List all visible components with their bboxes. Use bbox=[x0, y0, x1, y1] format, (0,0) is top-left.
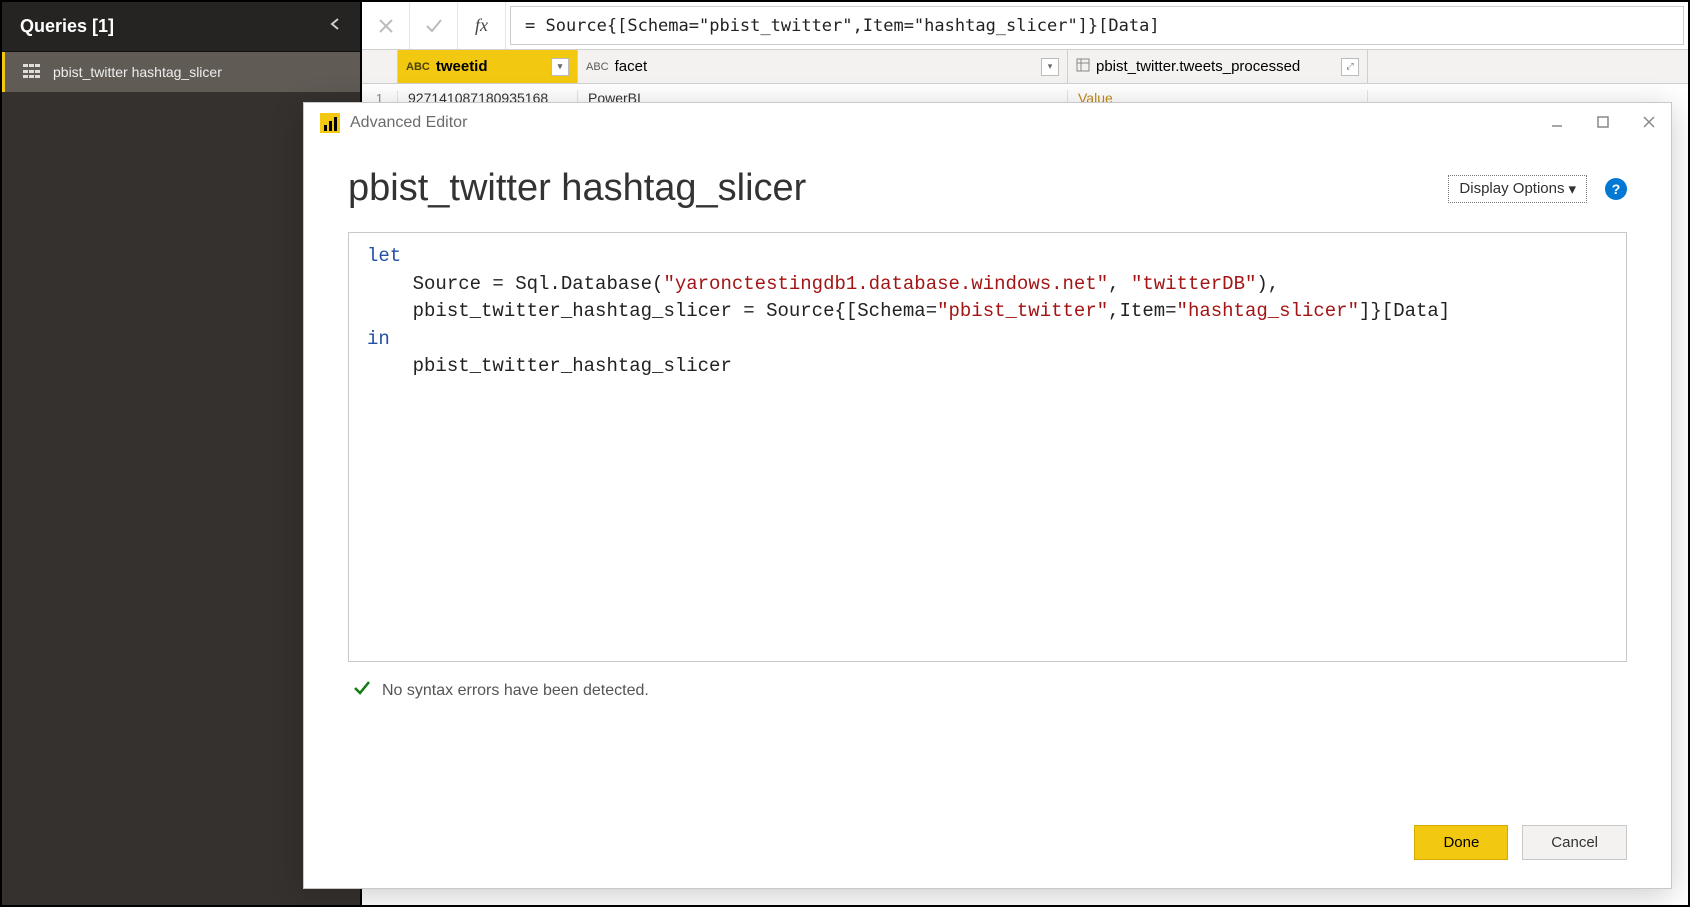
formula-input[interactable]: = Source{[Schema="pbist_twitter",Item="h… bbox=[510, 6, 1684, 45]
powerbi-logo-icon bbox=[320, 113, 340, 133]
formula-cancel-button[interactable] bbox=[362, 2, 410, 49]
syntax-status: No syntax errors have been detected. bbox=[348, 662, 1627, 720]
query-item-hashtag-slicer[interactable]: pbist_twitter hashtag_slicer bbox=[2, 52, 360, 92]
column-filter-dropdown[interactable]: ▾ bbox=[551, 58, 569, 76]
chevron-down-icon: ▾ bbox=[1568, 180, 1576, 198]
grid-header: ABC tweetid ▾ ABC facet ▾ pbist_twitter.… bbox=[362, 50, 1688, 84]
m-code-editor[interactable]: let Source = Sql.Database("yaronctesting… bbox=[348, 232, 1627, 662]
type-icon-text: ABC bbox=[406, 61, 430, 73]
cancel-button[interactable]: Cancel bbox=[1522, 825, 1627, 860]
collapse-sidebar-button[interactable] bbox=[328, 17, 342, 36]
column-filter-dropdown[interactable]: ▾ bbox=[1041, 58, 1059, 76]
display-options-dropdown[interactable]: Display Options ▾ bbox=[1448, 175, 1587, 203]
formula-bar: fx = Source{[Schema="pbist_twitter",Item… bbox=[362, 2, 1688, 50]
type-icon-text: ABC bbox=[586, 61, 609, 73]
fx-label[interactable]: fx bbox=[458, 2, 506, 49]
editor-heading: pbist_twitter hashtag_slicer bbox=[348, 167, 806, 210]
main-area: fx = Source{[Schema="pbist_twitter",Item… bbox=[362, 2, 1688, 905]
modal-title: Advanced Editor bbox=[350, 114, 467, 132]
modal-footer: Done Cancel bbox=[304, 809, 1671, 888]
check-icon bbox=[352, 678, 372, 704]
help-button[interactable]: ? bbox=[1605, 178, 1627, 200]
window-minimize-button[interactable] bbox=[1551, 115, 1563, 131]
column-name: tweetid bbox=[436, 58, 551, 75]
column-expand-button[interactable]: ⤢ bbox=[1341, 58, 1359, 76]
column-header-facet[interactable]: ABC facet ▾ bbox=[578, 50, 1068, 83]
query-item-label: pbist_twitter hashtag_slicer bbox=[53, 64, 222, 80]
table-icon bbox=[23, 64, 41, 80]
advanced-editor-modal: Advanced Editor pbist_twitter hashtag_sl… bbox=[303, 102, 1672, 889]
formula-accept-button[interactable] bbox=[410, 2, 458, 49]
modal-titlebar: Advanced Editor bbox=[304, 103, 1671, 143]
column-header-tweets-processed[interactable]: pbist_twitter.tweets_processed ⤢ bbox=[1068, 50, 1368, 83]
window-maximize-button[interactable] bbox=[1597, 115, 1609, 131]
grid-corner[interactable] bbox=[362, 50, 398, 83]
column-name: facet bbox=[615, 58, 1041, 75]
queries-title: Queries [1] bbox=[20, 16, 114, 37]
column-header-tweetid[interactable]: ABC tweetid ▾ bbox=[398, 50, 578, 83]
column-name: pbist_twitter.tweets_processed bbox=[1096, 58, 1341, 75]
table-expand-icon bbox=[1076, 58, 1090, 75]
window-close-button[interactable] bbox=[1643, 115, 1655, 131]
status-text: No syntax errors have been detected. bbox=[382, 682, 649, 700]
done-button[interactable]: Done bbox=[1414, 825, 1508, 860]
sidebar-header: Queries [1] bbox=[2, 2, 360, 52]
